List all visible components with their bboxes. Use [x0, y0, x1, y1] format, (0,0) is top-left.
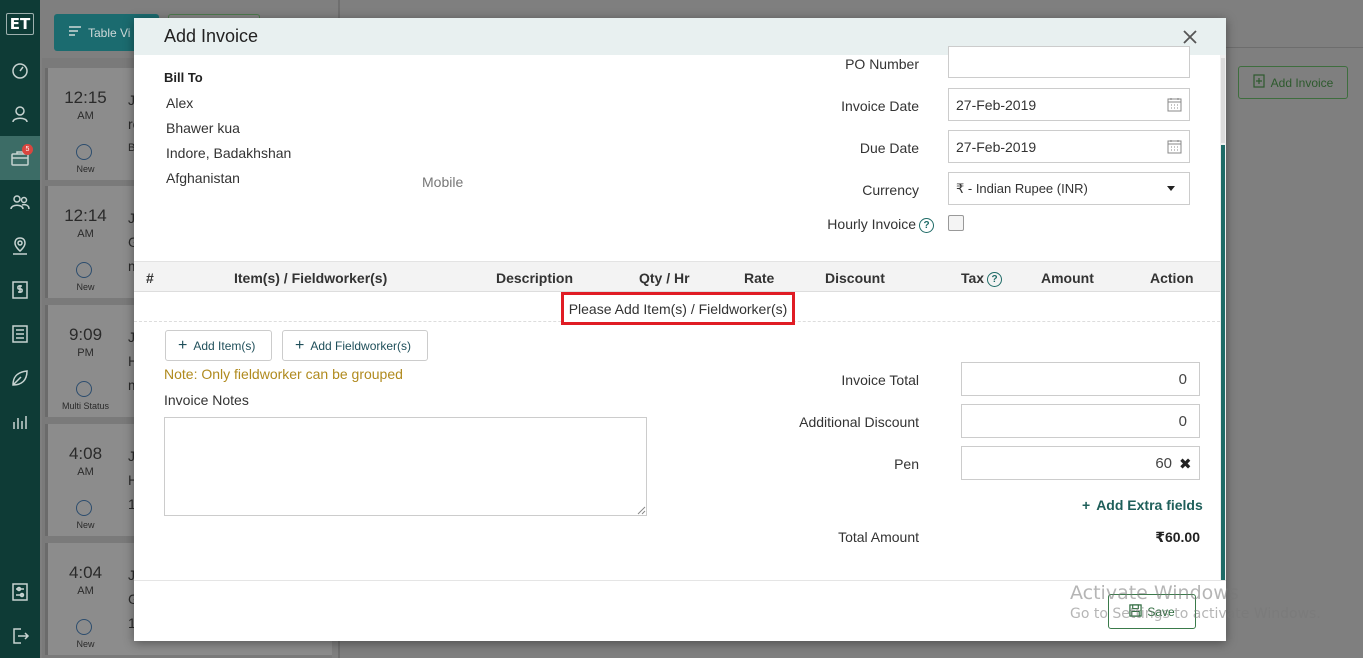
invoice-notes-textarea[interactable]: [164, 417, 647, 516]
add-invoice-modal: Add Invoice Bill To Alex Bhawer kua Indo…: [134, 18, 1226, 641]
col-amount: Amount: [1041, 270, 1094, 286]
hourly-invoice-label: Hourly Invoice?: [719, 216, 934, 233]
empty-items-message: Please Add Item(s) / Fieldworker(s): [561, 292, 795, 325]
user-icon[interactable]: [0, 92, 40, 136]
dollar-icon[interactable]: [0, 268, 40, 312]
hourly-invoice-checkbox[interactable]: [948, 215, 964, 231]
status-circle-icon: [76, 500, 92, 516]
col-description: Description: [496, 270, 574, 286]
grouping-note: Note: Only fieldworker can be grouped: [164, 366, 403, 382]
filter-lines-icon: [68, 25, 82, 40]
items-table-header: # Item(s) / Fieldworker(s) Description Q…: [134, 261, 1220, 292]
due-date-label: Due Date: [859, 140, 919, 156]
jobs-badge: 5: [22, 144, 33, 155]
col-rate: Rate: [744, 270, 775, 286]
help-icon[interactable]: ?: [987, 272, 1003, 287]
logout-icon[interactable]: [0, 614, 40, 658]
status-circle-icon: [76, 262, 92, 278]
remove-extra-field-icon[interactable]: ✖: [1179, 455, 1192, 473]
total-amount-value: ₹60.00: [1155, 529, 1200, 545]
col-discount: Discount: [825, 270, 885, 286]
help-icon[interactable]: ?: [919, 218, 934, 233]
modal-title: Add Invoice: [164, 26, 259, 46]
col-number: #: [146, 270, 154, 286]
due-date-input[interactable]: 27-Feb-2019: [948, 130, 1190, 163]
list-icon[interactable]: [0, 312, 40, 356]
settings-sliders-icon[interactable]: [0, 570, 40, 614]
activate-windows-watermark: Activate Windows: [1070, 582, 1239, 604]
plus-icon: +: [178, 336, 188, 354]
app-logo[interactable]: ET: [0, 0, 40, 48]
calendar-icon[interactable]: [1167, 97, 1182, 112]
modal-footer: [134, 580, 1226, 641]
bill-to-address2: Indore, Badakhshan: [166, 145, 292, 161]
bill-to-label: Bill To: [164, 70, 203, 85]
bill-to-country: Afghanistan: [166, 170, 240, 186]
total-amount-label: Total Amount: [838, 529, 919, 545]
extra-field-input[interactable]: 60: [961, 446, 1200, 480]
add-items-button[interactable]: + Add Item(s): [165, 330, 272, 361]
leaf-icon[interactable]: [0, 356, 40, 400]
col-action: Action: [1150, 270, 1194, 286]
additional-discount-label: Additional Discount: [799, 414, 919, 430]
col-qty: Qty / Hr: [639, 270, 690, 286]
bill-to-address1: Bhawer kua: [166, 120, 240, 136]
currency-select[interactable]: ₹ - Indian Rupee (INR): [948, 172, 1190, 205]
col-tax: Tax?: [961, 270, 1003, 287]
map-location-icon[interactable]: [0, 224, 40, 268]
col-items: Item(s) / Fieldworker(s): [234, 270, 388, 286]
invoice-notes-label: Invoice Notes: [164, 392, 249, 408]
plus-icon: +: [295, 336, 305, 354]
scrollbar-thumb[interactable]: [1221, 145, 1225, 600]
sidebar: ET 5: [0, 0, 40, 658]
dashboard-icon[interactable]: [0, 48, 40, 92]
po-number-label: PO Number: [845, 56, 919, 72]
extra-field-label: Pen: [894, 456, 919, 472]
status-circle-icon: [76, 144, 92, 160]
status-circle-icon: [76, 619, 92, 635]
invoice-date-label: Invoice Date: [841, 98, 919, 114]
bill-to-name: Alex: [166, 95, 194, 111]
plus-icon: +: [1082, 497, 1091, 513]
invoice-date-input[interactable]: 27-Feb-2019: [948, 88, 1190, 121]
chevron-down-icon: [1167, 186, 1175, 191]
invoice-total-label: Invoice Total: [841, 372, 919, 388]
add-fieldworkers-button[interactable]: + Add Fieldworker(s): [282, 330, 428, 361]
currency-label: Currency: [862, 182, 919, 198]
multi-status-icon: [76, 381, 92, 397]
reports-chart-icon[interactable]: [0, 400, 40, 444]
scrollbar-upper: [1221, 58, 1225, 143]
add-document-icon: [1253, 74, 1265, 91]
jobs-briefcase-icon[interactable]: 5: [0, 136, 40, 180]
calendar-icon[interactable]: [1167, 139, 1182, 154]
additional-discount-field[interactable]: 0: [961, 404, 1200, 438]
invoice-total-field[interactable]: 0: [961, 362, 1200, 396]
po-number-input[interactable]: [948, 46, 1190, 78]
resize-handle-icon[interactable]: [637, 506, 646, 515]
close-icon[interactable]: [1180, 27, 1200, 47]
team-icon[interactable]: [0, 180, 40, 224]
add-extra-fields-link[interactable]: + Add Extra fields: [1082, 497, 1203, 513]
mobile-label: Mobile: [422, 174, 464, 190]
activate-windows-subtext: Go to Settings to activate Windows.: [1070, 606, 1321, 622]
add-invoice-button[interactable]: Add Invoice: [1238, 66, 1348, 99]
